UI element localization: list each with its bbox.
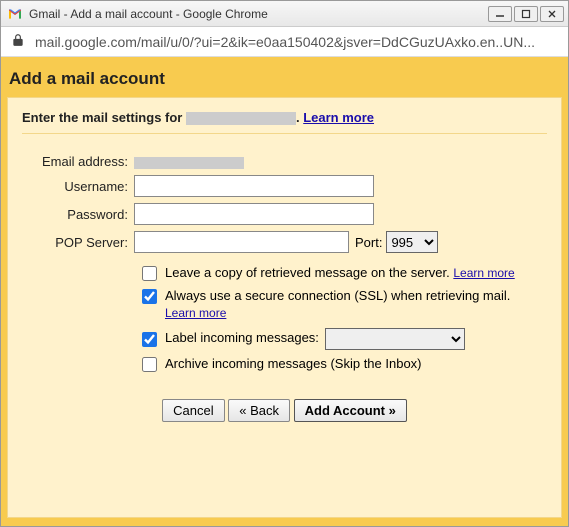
leave-copy-learn-more-link[interactable]: Learn more [453, 266, 514, 280]
label-port: Port: [355, 235, 382, 250]
ssl-text: Always use a secure connection (SSL) whe… [165, 288, 510, 303]
pop-server-input[interactable] [134, 231, 349, 253]
leave-copy-text: Leave a copy of retrieved message on the… [165, 265, 450, 280]
archive-text: Archive incoming messages (Skip the Inbo… [165, 356, 422, 371]
address-bar[interactable]: mail.google.com/mail/u/0/?ui=2&ik=e0aa15… [1, 27, 568, 57]
ssl-learn-more-link[interactable]: Learn more [165, 306, 226, 320]
username-input[interactable] [134, 175, 374, 197]
port-select[interactable]: 995 [386, 231, 438, 253]
titlebar: Gmail - Add a mail account - Google Chro… [1, 1, 568, 27]
lock-icon [11, 33, 25, 50]
learn-more-link[interactable]: Learn more [303, 110, 374, 125]
label-email: Email address: [42, 154, 134, 169]
redacted-email [186, 112, 296, 125]
minimize-button[interactable] [488, 6, 512, 22]
back-button[interactable]: « Back [228, 399, 290, 422]
page-title: Add a mail account [7, 63, 562, 97]
window-controls [488, 6, 564, 22]
url-text: mail.google.com/mail/u/0/?ui=2&ik=e0aa15… [35, 34, 558, 50]
intro-prefix: Enter the mail settings for [22, 110, 186, 125]
cancel-button[interactable]: Cancel [162, 399, 224, 422]
content-inner: Enter the mail settings for . Learn more… [7, 97, 562, 518]
form: Email address: Username: Password: POP S… [42, 148, 438, 259]
close-button[interactable] [540, 6, 564, 22]
label-password: Password: [42, 203, 134, 225]
window-title: Gmail - Add a mail account - Google Chro… [29, 7, 488, 21]
ssl-checkbox[interactable] [142, 289, 157, 304]
options: Leave a copy of retrieved message on the… [142, 265, 547, 373]
label-select[interactable] [325, 328, 465, 350]
leave-copy-checkbox[interactable] [142, 266, 157, 281]
gmail-favicon [7, 6, 23, 22]
chrome-window: Gmail - Add a mail account - Google Chro… [0, 0, 569, 527]
email-value-redacted [134, 157, 244, 169]
label-msgs-text: Label incoming messages: [165, 330, 319, 347]
label-msgs-checkbox[interactable] [142, 332, 157, 347]
maximize-button[interactable] [514, 6, 538, 22]
archive-checkbox[interactable] [142, 357, 157, 372]
content-outer: Add a mail account Enter the mail settin… [1, 57, 568, 526]
button-row: Cancel « Back Add Account » [22, 399, 547, 422]
intro-text: Enter the mail settings for . Learn more [22, 110, 547, 134]
label-username: Username: [42, 175, 134, 197]
password-input[interactable] [134, 203, 374, 225]
add-account-button[interactable]: Add Account » [294, 399, 407, 422]
label-pop: POP Server: [42, 231, 134, 253]
